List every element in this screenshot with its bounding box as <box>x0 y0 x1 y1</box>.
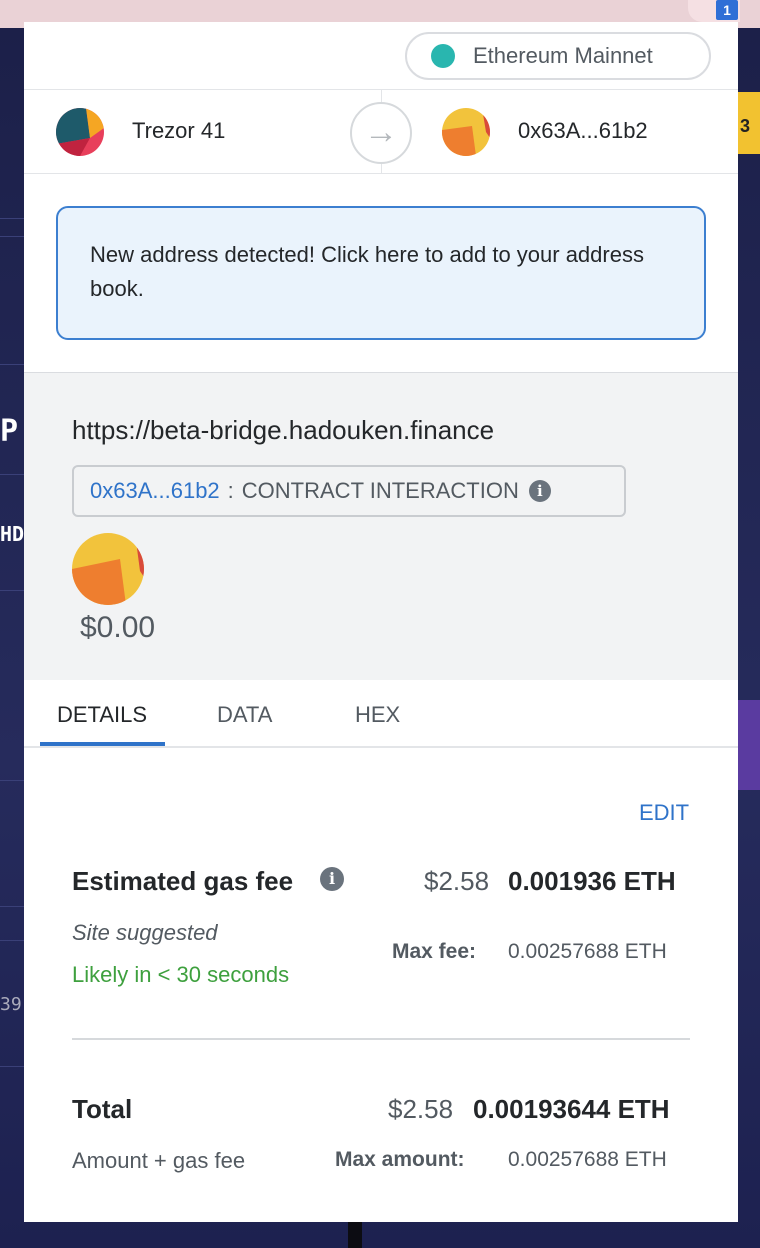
extension-badge: 1 <box>716 0 738 20</box>
tab-data[interactable]: DATA <box>217 702 272 728</box>
arrow-right-icon: → <box>350 102 412 164</box>
sender-avatar[interactable] <box>56 108 104 156</box>
background-divider <box>0 780 24 781</box>
edit-gas-button[interactable]: EDIT <box>639 800 689 826</box>
total-subtitle: Amount + gas fee <box>72 1148 246 1173</box>
gas-fee-usd: $2.58 <box>424 866 490 896</box>
gas-fee-eth: 0.001936 ETH <box>508 866 676 896</box>
contract-address-link[interactable]: 0x63A...61b2 <box>90 478 220 504</box>
transaction-summary: https://beta-bridge.hadouken.finance 0x6… <box>24 372 738 680</box>
background-divider <box>0 1066 24 1067</box>
background-divider <box>0 236 24 237</box>
gas-info-icon[interactable]: i <box>320 867 344 891</box>
max-amount-label: Max amount: <box>335 1148 465 1171</box>
background-divider <box>0 906 24 907</box>
sender-name[interactable]: Trezor 41 <box>132 118 225 144</box>
background-glyph: HD <box>0 522 25 546</box>
network-selector[interactable]: Ethereum Mainnet <box>405 32 711 80</box>
tab-details[interactable]: DETAILS <box>57 702 147 728</box>
background-divider <box>0 474 24 475</box>
background-shape <box>348 1222 362 1248</box>
background-divider <box>0 218 24 219</box>
confirm-transaction-popup: Ethereum Mainnet Trezor 41 → 0x63A...61b… <box>24 22 738 1222</box>
background-divider <box>0 940 24 941</box>
recipient-avatar[interactable] <box>442 108 490 156</box>
info-icon[interactable]: i <box>528 480 551 502</box>
background-glyph: P <box>0 414 19 449</box>
background-shape <box>738 700 760 790</box>
background-tab: 3 <box>738 92 760 154</box>
background-divider <box>0 364 24 365</box>
origin-url: https://beta-bridge.hadouken.finance <box>72 415 495 445</box>
recipient-address[interactable]: 0x63A...61b2 <box>518 118 648 144</box>
total-title: Total <box>72 1094 133 1124</box>
total-usd: $2.58 <box>388 1094 454 1124</box>
method-name: CONTRACT INTERACTION <box>241 478 519 503</box>
gas-source-label: Site suggested <box>72 920 218 945</box>
tab-bar: DETAILS DATA HEX <box>24 680 738 748</box>
max-amount-value: 0.00257688 ETH <box>508 1148 667 1171</box>
contract-method-box: 0x63A...61b2 : CONTRACT INTERACTION i <box>72 465 626 517</box>
gas-timing-estimate: Likely in < 30 seconds <box>72 962 290 987</box>
active-tab-indicator <box>40 742 165 746</box>
method-separator: : <box>227 478 234 503</box>
sender-recipient-row: Trezor 41 → 0x63A...61b2 <box>24 90 738 174</box>
new-address-notice[interactable]: New address detected! Click here to add … <box>56 206 706 340</box>
network-dot-icon <box>431 44 455 68</box>
gas-fee-title: Estimated gas fee <box>72 866 294 896</box>
network-header: Ethereum Mainnet <box>24 22 738 90</box>
max-fee-value: 0.00257688 ETH <box>508 940 667 963</box>
transaction-amount: $0.00 <box>80 611 156 644</box>
max-fee-label: Max fee: <box>392 940 477 963</box>
total-eth: 0.00193644 ETH <box>473 1094 670 1124</box>
token-avatar <box>72 533 144 605</box>
background-divider <box>0 590 24 591</box>
section-divider <box>72 1038 690 1040</box>
background-glyph: 39 <box>0 994 22 1015</box>
network-label: Ethereum Mainnet <box>473 43 653 68</box>
tab-hex[interactable]: HEX <box>355 702 400 728</box>
